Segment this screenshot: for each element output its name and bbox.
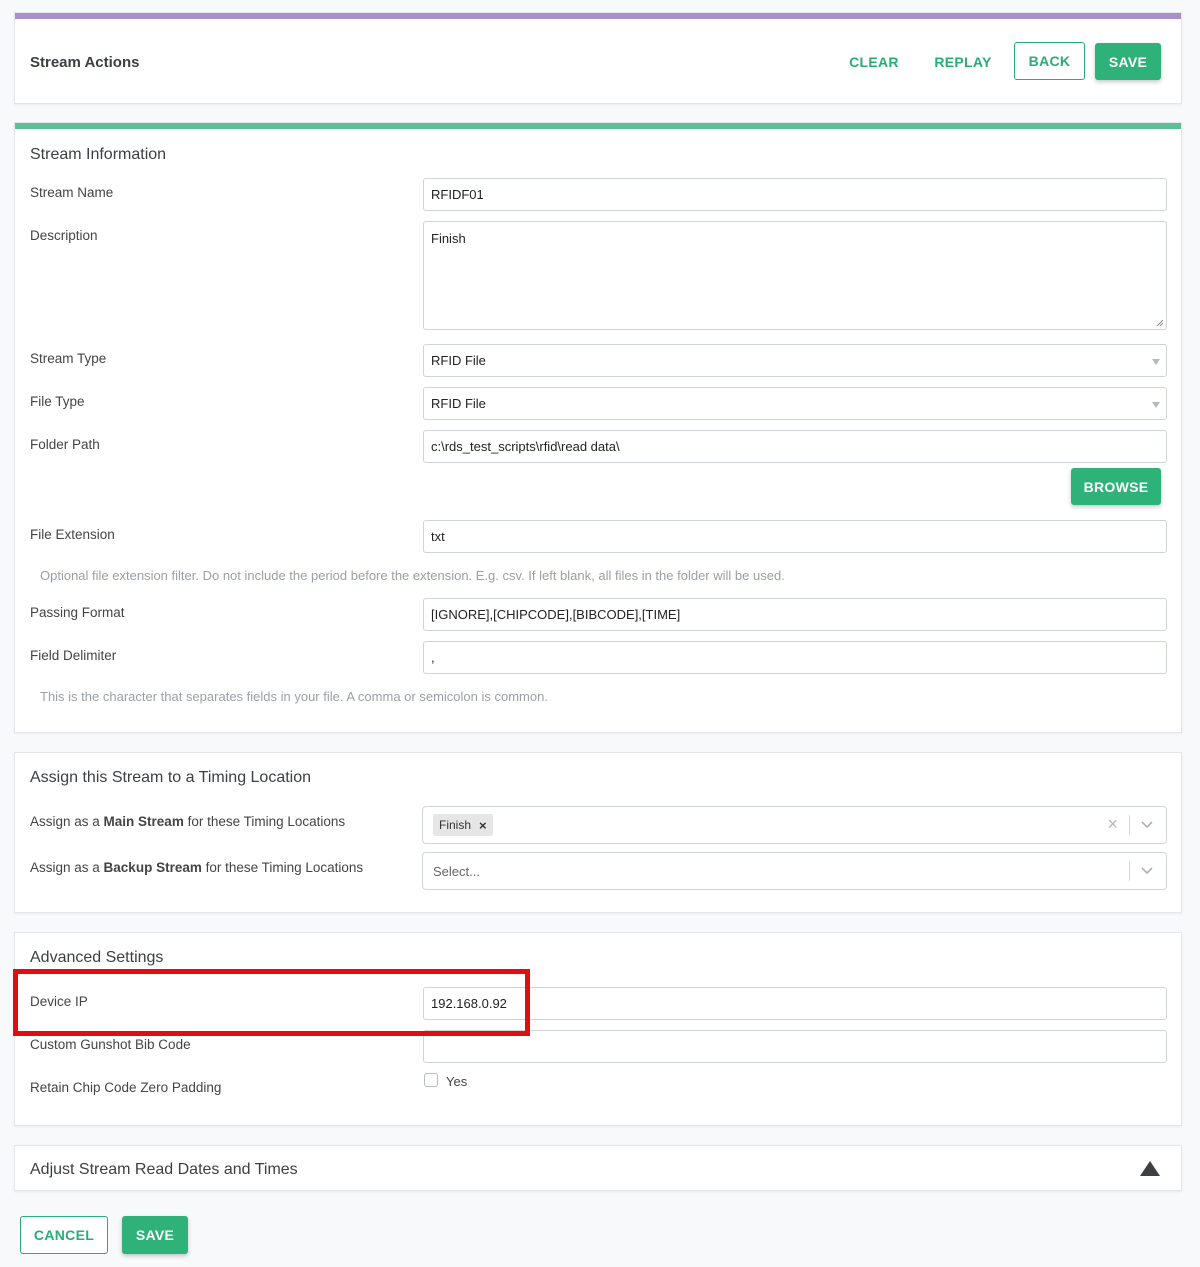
tag-label: Finish (439, 818, 472, 832)
adjust-dates-card[interactable]: Adjust Stream Read Dates and Times (14, 1145, 1182, 1191)
adjust-dates-title: Adjust Stream Read Dates and Times (30, 1161, 298, 1178)
folder-path-label: Folder Path (30, 437, 100, 452)
description-textarea[interactable]: Finish (423, 221, 1167, 330)
file-extension-input[interactable]: txt (423, 520, 1167, 553)
collapse-triangle-icon[interactable] (1140, 1161, 1160, 1176)
timing-location-title: Assign this Stream to a Timing Location (30, 769, 312, 786)
device-ip-label: Device IP (30, 994, 88, 1009)
zero-padding-label: Retain Chip Code Zero Padding (30, 1080, 222, 1095)
file-type-label: File Type (30, 394, 85, 409)
stream-type-value: RFID File (431, 353, 486, 368)
backup-stream-label-bold: Backup Stream (103, 860, 202, 875)
cancel-button[interactable]: CANCEL (20, 1216, 108, 1254)
description-text: Finish (431, 231, 466, 246)
stream-name-label: Stream Name (30, 185, 114, 200)
timing-location-card: Assign this Stream to a Timing Location … (14, 752, 1182, 913)
advanced-settings-card: Advanced Settings Device IP 192.168.0.92… (14, 932, 1182, 1126)
field-delimiter-label: Field Delimiter (30, 648, 117, 663)
file-extension-help: Optional file extension filter. Do not i… (40, 568, 785, 583)
advanced-settings-title: Advanced Settings (30, 949, 164, 966)
chevron-down-icon[interactable] (1140, 817, 1154, 831)
stream-name-input[interactable]: RFIDF01 (423, 178, 1167, 211)
remove-tag-icon[interactable]: × (479, 818, 487, 833)
zero-padding-checkbox[interactable] (424, 1073, 438, 1087)
main-stream-label-bold: Main Stream (103, 814, 184, 829)
main-stream-label: Assign as a Main Stream for these Timing… (30, 814, 345, 829)
stream-information-card: Stream Information Stream Name RFIDF01 D… (14, 122, 1182, 733)
description-label: Description (30, 228, 98, 243)
select-separator (1129, 815, 1130, 835)
field-delimiter-help: This is the character that separates fie… (40, 689, 548, 704)
gunshot-bib-code-input[interactable] (423, 1030, 1167, 1063)
zero-padding-checkbox-label[interactable]: Yes (446, 1074, 467, 1089)
resize-grip-icon[interactable] (1156, 319, 1164, 327)
caret-down-icon (1152, 402, 1160, 408)
chevron-down-icon[interactable] (1140, 863, 1154, 877)
backup-stream-multiselect[interactable]: Select... (422, 852, 1167, 890)
stream-type-select[interactable]: RFID File (423, 344, 1167, 377)
back-button[interactable]: BACK (1014, 42, 1085, 80)
save-button-bottom[interactable]: SAVE (122, 1216, 188, 1254)
backup-stream-label-suffix: for these Timing Locations (201, 860, 364, 875)
field-delimiter-input[interactable]: , (423, 641, 1167, 674)
main-stream-label-prefix: Assign as a (30, 814, 104, 829)
info-color-bar (15, 123, 1181, 129)
gunshot-bib-code-label: Custom Gunshot Bib Code (30, 1037, 191, 1052)
file-type-select[interactable]: RFID File (423, 387, 1167, 420)
main-stream-label-suffix: for these Timing Locations (183, 814, 346, 829)
save-button-top[interactable]: SAVE (1095, 43, 1161, 80)
backup-stream-label: Assign as a Backup Stream for these Timi… (30, 860, 363, 875)
stream-type-label: Stream Type (30, 351, 107, 366)
device-ip-input[interactable]: 192.168.0.92 (423, 987, 1167, 1020)
passing-format-input[interactable]: [IGNORE],[CHIPCODE],[BIBCODE],[TIME] (423, 598, 1167, 631)
select-separator (1129, 861, 1130, 881)
clear-button[interactable]: CLEAR (841, 43, 907, 80)
passing-format-label: Passing Format (30, 605, 125, 620)
clear-selection-icon[interactable]: × (1107, 814, 1118, 835)
backup-stream-label-prefix: Assign as a (30, 860, 104, 875)
selected-tag-finish: Finish × (433, 814, 493, 836)
browse-button[interactable]: BROWSE (1071, 468, 1161, 505)
actions-color-bar (15, 13, 1181, 19)
replay-button[interactable]: REPLAY (927, 43, 999, 80)
caret-down-icon (1152, 359, 1160, 365)
file-extension-label: File Extension (30, 527, 115, 542)
stream-information-title: Stream Information (30, 146, 167, 163)
stream-actions-card: Stream Actions CLEAR REPLAY BACK SAVE (14, 12, 1182, 104)
folder-path-input[interactable]: c:\rds_test_scripts\rfid\read data\ (423, 430, 1167, 463)
main-stream-multiselect[interactable]: Finish × × (422, 806, 1167, 844)
file-type-value: RFID File (431, 396, 486, 411)
backup-placeholder: Select... (433, 864, 480, 879)
stream-actions-title: Stream Actions (30, 54, 140, 71)
